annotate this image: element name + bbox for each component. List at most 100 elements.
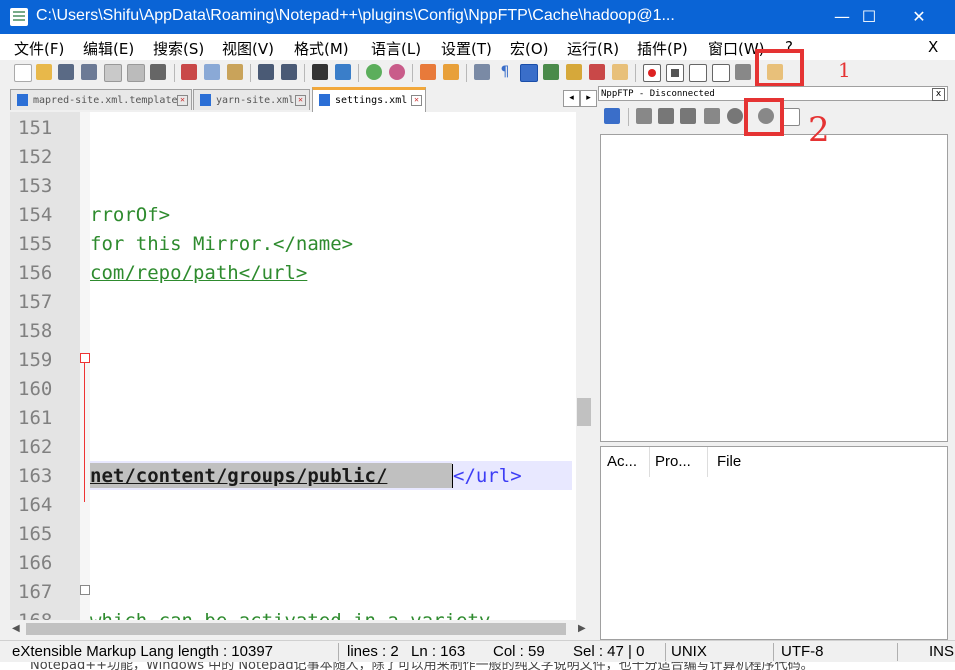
- function-list-icon[interactable]: [589, 64, 605, 80]
- menu-search[interactable]: 搜索(S): [153, 38, 204, 59]
- status-column: Col : 59: [493, 643, 545, 660]
- toolbar-separator: [250, 64, 251, 82]
- define-language-icon[interactable]: [543, 64, 559, 80]
- paste-icon[interactable]: [227, 64, 243, 80]
- toolbar-separator: [174, 64, 175, 82]
- nppftp-close-icon[interactable]: x: [932, 88, 945, 101]
- menu-run[interactable]: 运行(R): [567, 38, 619, 59]
- notepad-app-icon: [10, 8, 28, 26]
- save-macro-icon[interactable]: [735, 64, 751, 80]
- open-file-icon[interactable]: [36, 64, 52, 80]
- menu-view[interactable]: 视图(V): [222, 38, 274, 59]
- tab-close-icon[interactable]: ✕: [177, 95, 188, 106]
- status-bar: eXtensible Markup Lang length : 10397 li…: [0, 640, 955, 663]
- queue-header-progress[interactable]: Pro...: [655, 453, 691, 470]
- fold-toggle-icon[interactable]: [80, 585, 90, 595]
- line-number: 161: [18, 407, 53, 429]
- ftp-queue-list[interactable]: Ac... Pro... File: [600, 446, 948, 640]
- menu-settings[interactable]: 设置(T): [441, 38, 492, 59]
- cut-icon[interactable]: [181, 64, 197, 80]
- queue-header-action[interactable]: Ac...: [607, 453, 637, 470]
- code-line: rrorOf>: [90, 204, 171, 226]
- line-number: 158: [18, 320, 53, 342]
- zoom-in-icon[interactable]: [366, 64, 382, 80]
- show-all-chars-icon[interactable]: ¶: [497, 64, 513, 80]
- tab-label: yarn-site.xml: [216, 95, 295, 106]
- menu-plugins[interactable]: 插件(P): [637, 38, 688, 59]
- menu-format[interactable]: 格式(M): [294, 38, 349, 59]
- disconnect-icon[interactable]: [636, 108, 652, 124]
- ftp-file-tree[interactable]: [600, 134, 948, 442]
- folder-workspace-icon[interactable]: [612, 64, 628, 80]
- doc-map-icon[interactable]: [566, 64, 582, 80]
- new-file-icon[interactable]: [14, 64, 32, 82]
- horizontal-scrollbar[interactable]: ◀ ▶: [10, 620, 592, 638]
- background-text: Notepad++功能，Windows 中的 Notepad记事本随人，除了可以…: [0, 662, 955, 670]
- line-number: 154: [18, 204, 53, 226]
- maximize-button[interactable]: ☐: [846, 0, 892, 34]
- save-all-icon[interactable]: [81, 64, 97, 80]
- queue-header-file[interactable]: File: [717, 453, 741, 470]
- scroll-right-arrow-icon[interactable]: ▶: [578, 623, 586, 634]
- toolbar-separator: [304, 64, 305, 82]
- zoom-out-icon[interactable]: [389, 64, 405, 80]
- play-macro-icon[interactable]: [689, 64, 707, 82]
- close-button[interactable]: ✕: [896, 0, 942, 34]
- status-eol: UNIX: [671, 643, 707, 660]
- tab-scroll-left-icon[interactable]: ◂: [563, 90, 580, 107]
- tab-mapred-site[interactable]: mapred-site.xml.template ✕: [10, 89, 192, 110]
- status-separator: [897, 643, 898, 661]
- abort-icon[interactable]: [727, 108, 743, 124]
- tab-settings-xml[interactable]: settings.xml ✕: [312, 87, 426, 112]
- print-icon[interactable]: [150, 64, 166, 80]
- scrollbar-thumb[interactable]: [26, 623, 566, 635]
- stop-macro-icon[interactable]: [666, 64, 684, 82]
- status-separator: [773, 643, 774, 661]
- menu-bar: 文件(F) 编辑(E) 搜索(S) 视图(V) 格式(M) 语言(L) 设置(T…: [0, 34, 955, 60]
- download-icon[interactable]: [658, 108, 674, 124]
- word-wrap-icon[interactable]: [474, 64, 490, 80]
- replace-icon[interactable]: [335, 64, 351, 80]
- line-number: 155: [18, 233, 53, 255]
- menu-edit[interactable]: 编辑(E): [83, 38, 134, 59]
- menu-macro[interactable]: 宏(O): [510, 38, 549, 59]
- file-icon: [319, 94, 330, 106]
- sync-horizontal-icon[interactable]: [443, 64, 459, 80]
- refresh-icon[interactable]: [704, 108, 720, 124]
- close-file-icon[interactable]: [104, 64, 122, 82]
- indent-guide-icon[interactable]: [520, 64, 538, 82]
- file-icon: [17, 94, 28, 106]
- annotation-label-2: 2: [808, 110, 830, 150]
- scrollbar-thumb[interactable]: [577, 398, 591, 426]
- tab-label: mapred-site.xml.template: [33, 95, 178, 106]
- menu-language[interactable]: 语言(L): [371, 38, 421, 59]
- tab-close-icon[interactable]: ✕: [295, 95, 306, 106]
- connect-icon[interactable]: [604, 108, 620, 124]
- menu-file[interactable]: 文件(F): [14, 38, 64, 59]
- status-lines: lines : 2: [347, 643, 399, 660]
- close-all-icon[interactable]: [127, 64, 145, 82]
- code-editor[interactable]: 151 152 153 154 155 156 157 158 159 160 …: [10, 112, 592, 638]
- upload-icon[interactable]: [680, 108, 696, 124]
- redo-icon[interactable]: [281, 64, 297, 80]
- fold-toggle-icon[interactable]: [80, 353, 90, 363]
- tab-bar: mapred-site.xml.template ✕ yarn-site.xml…: [0, 86, 597, 112]
- tab-yarn-site[interactable]: yarn-site.xml ✕: [193, 89, 310, 110]
- code-line: for this Mirror.</name>: [90, 233, 354, 255]
- find-icon[interactable]: [312, 64, 328, 80]
- tab-scroll-right-icon[interactable]: ▸: [580, 90, 597, 107]
- record-macro-icon[interactable]: [643, 64, 661, 82]
- vertical-scrollbar[interactable]: [576, 112, 592, 620]
- sync-vertical-icon[interactable]: [420, 64, 436, 80]
- copy-icon[interactable]: [204, 64, 220, 80]
- status-insert-mode: INS: [929, 643, 955, 660]
- line-number: 157: [18, 291, 53, 313]
- save-icon[interactable]: [58, 64, 74, 80]
- menu-close-doc[interactable]: X: [928, 38, 938, 56]
- tab-close-icon[interactable]: ✕: [411, 95, 422, 106]
- run-macro-multiple-icon[interactable]: [712, 64, 730, 82]
- undo-icon[interactable]: [258, 64, 274, 80]
- message-window-icon[interactable]: [782, 108, 800, 126]
- line-number: 165: [18, 523, 53, 545]
- scroll-left-arrow-icon[interactable]: ◀: [12, 623, 20, 634]
